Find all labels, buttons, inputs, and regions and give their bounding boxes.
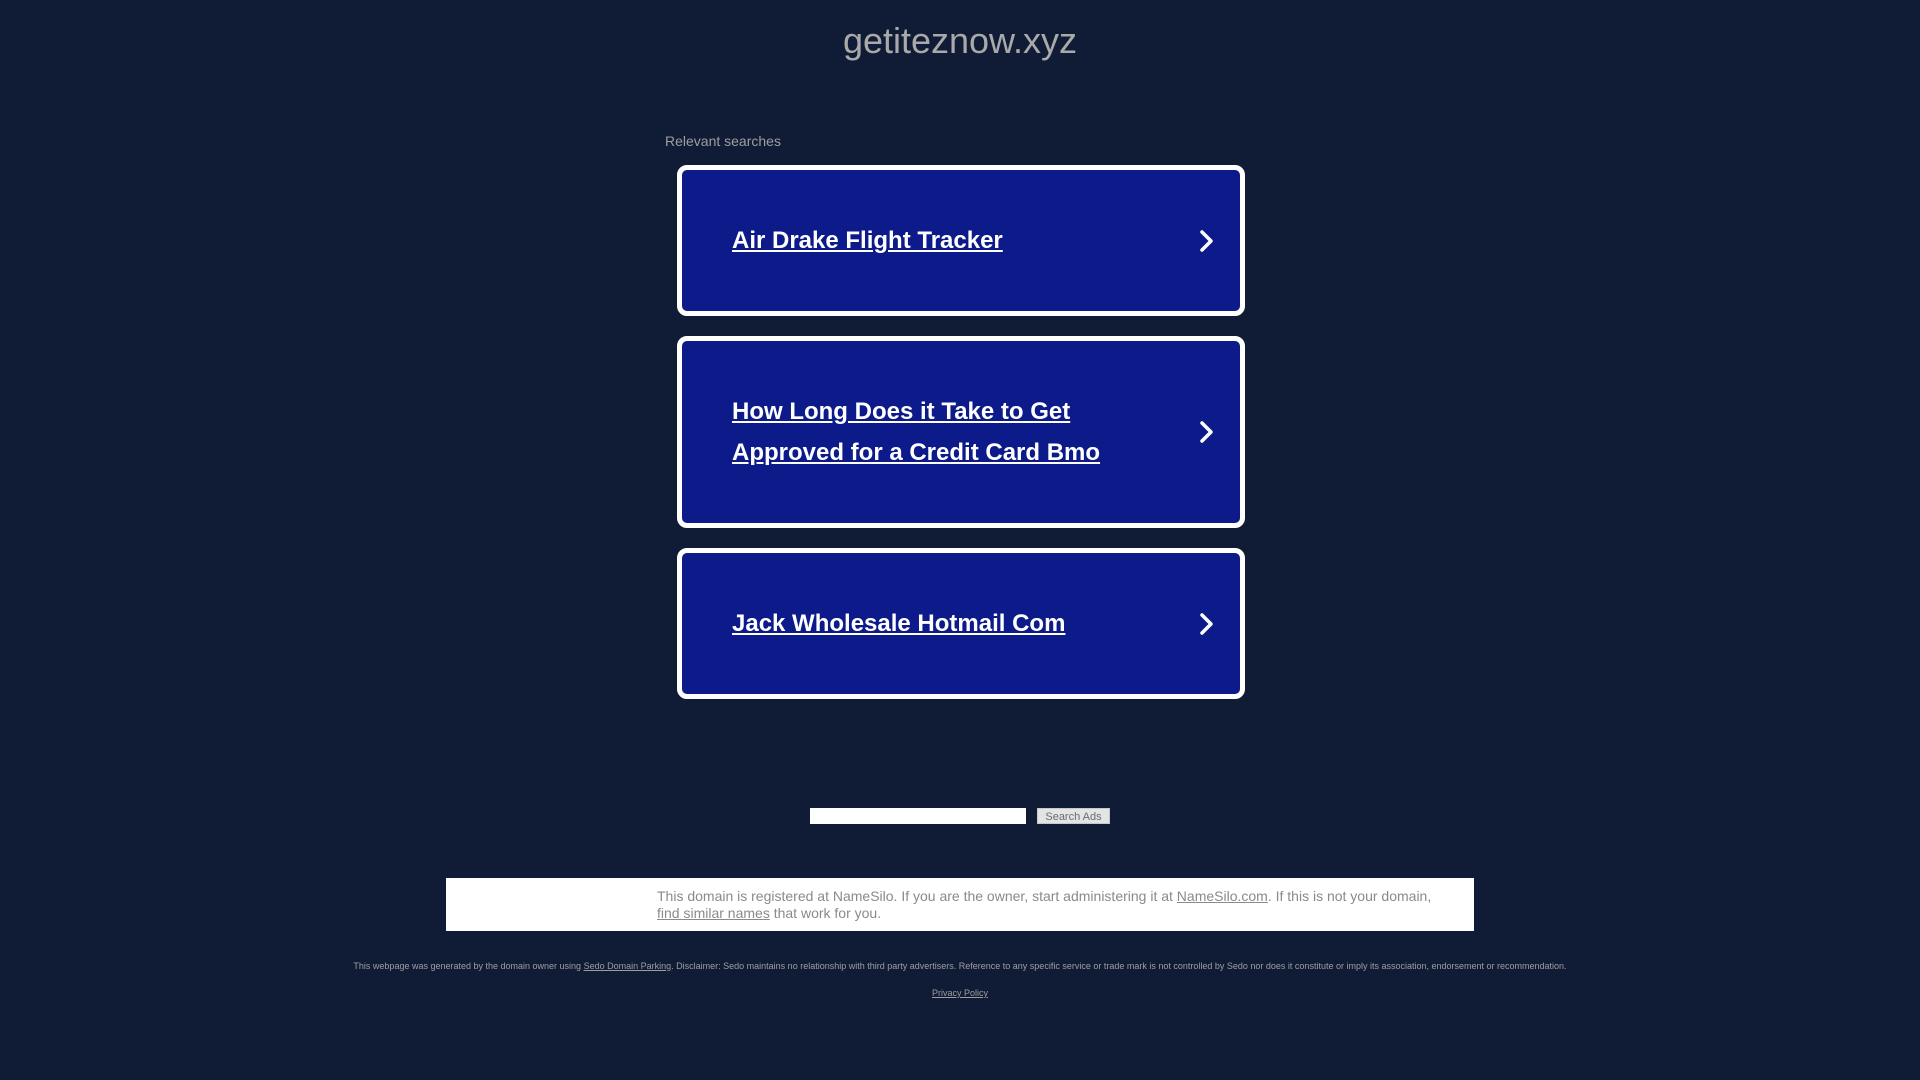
domain-notice-text: This domain is registered at NameSilo. I… [657,888,1457,922]
chevron-right-icon [1200,421,1213,443]
notice-text-3: that work for you. [769,905,882,921]
notice-text-2: . If this is not your domain, [1267,888,1432,904]
domain-notice: This domain is registered at NameSilo. I… [446,878,1474,931]
sedo-domain-parking-link[interactable]: Sedo Domain Parking [584,961,672,971]
disclaimer: This webpage was generated by the domain… [0,961,1920,971]
namesilo-link[interactable]: NameSilo.com [1177,888,1268,904]
search-link-credit-card[interactable]: How Long Does it Take to Get Approved fo… [677,336,1245,528]
search-input[interactable] [810,808,1026,824]
notice-text-1: This domain is registered at NameSilo. I… [657,888,1177,904]
relevant-searches-label: Relevant searches [665,133,781,149]
search-link-jack-wholesale[interactable]: Jack Wholesale Hotmail Com [677,548,1245,699]
find-similar-names-link[interactable]: find similar names [657,905,770,921]
search-link-text[interactable]: Air Drake Flight Tracker [732,220,1170,261]
chevron-right-icon [1200,229,1213,252]
domain-title: getiteznow.xyz [842,20,1078,61]
disclaimer-text-1: This webpage was generated by the domain… [353,961,584,971]
privacy-policy-link[interactable]: Privacy Policy [0,988,1920,998]
search-link-air-drake[interactable]: Air Drake Flight Tracker [677,165,1245,316]
search-link-text[interactable]: Jack Wholesale Hotmail Com [732,603,1170,644]
disclaimer-text-2: . Disclaimer: Sedo maintains no relation… [671,961,1567,971]
search-link-text[interactable]: How Long Does it Take to Get Approved fo… [732,391,1170,473]
chevron-right-icon [1200,612,1213,635]
search-ads-button[interactable]: Search Ads [1037,808,1110,824]
